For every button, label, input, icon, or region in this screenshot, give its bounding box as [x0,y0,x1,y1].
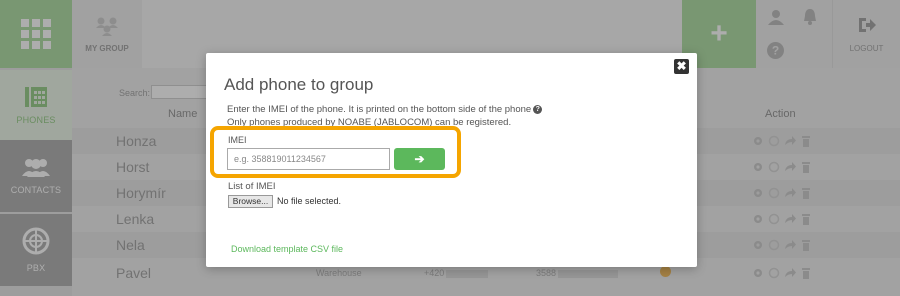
submit-imei-button[interactable]: ➔ [394,148,445,170]
imei-input[interactable] [227,148,390,170]
download-template-link[interactable]: Download template CSV file [231,244,343,254]
browse-button[interactable]: Browse... [228,195,273,208]
dialog-description: Enter the IMEI of the phone. It is print… [227,104,543,115]
file-status: No file selected. [277,196,342,206]
imei-list-label: List of IMEI [228,181,276,192]
add-phone-dialog: ✖ Add phone to group Enter the IMEI of t… [206,53,697,267]
close-button[interactable]: ✖ [674,59,689,74]
dialog-title: Add phone to group [224,75,374,94]
imei-label: IMEI [228,135,247,145]
description-text: Enter the IMEI of the phone. It is print… [227,104,532,115]
help-icon[interactable]: ? [533,104,543,114]
